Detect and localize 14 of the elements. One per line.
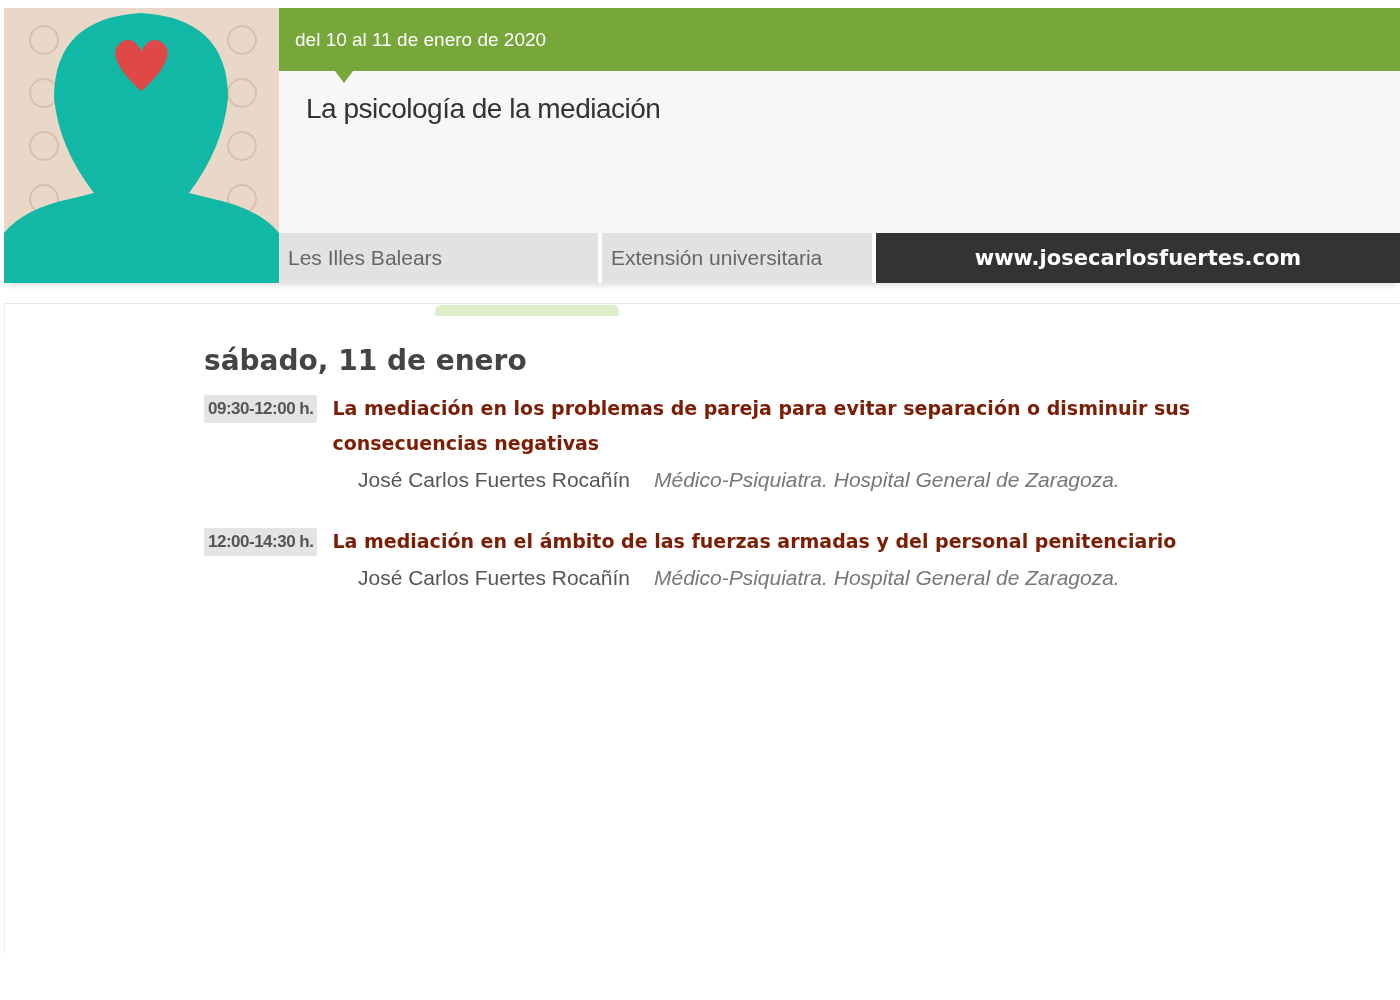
time-badge: 09:30-12:00 h. (204, 395, 318, 423)
speaker-name: José Carlos Fuertes Rocañín (358, 566, 630, 590)
session-title: La mediación en los problemas de pareja para evitar separación o disminuir sus consecuencias negativas (332, 396, 1192, 456)
session-title: La mediación en el ámbito de las fuerzas armadas y del personal penitenciario (332, 529, 1178, 554)
speaker-affiliation: Médico-Psiquiatra. Hospital General de Zaragoza. (653, 468, 1120, 492)
speaker-affiliation: Médico-Psiquiatra. Hospital General de Zaragoza. (653, 566, 1120, 590)
speaker-name: José Carlos Fuertes Rocañín (358, 468, 630, 492)
event-dates: del 10 al 11 de enero de 2020 (295, 28, 547, 51)
category-tab[interactable]: Extensión universitaria (602, 233, 872, 283)
time-badge: 12:00-14:30 h. (204, 528, 318, 556)
website-banner: www.josecarlosfuertes.com (876, 233, 1400, 283)
day-heading: sábado, 11 de enero (204, 344, 528, 377)
category-tab[interactable]: Les Illes Balears (279, 233, 598, 283)
event-title: La psicología de la mediación (306, 93, 662, 125)
